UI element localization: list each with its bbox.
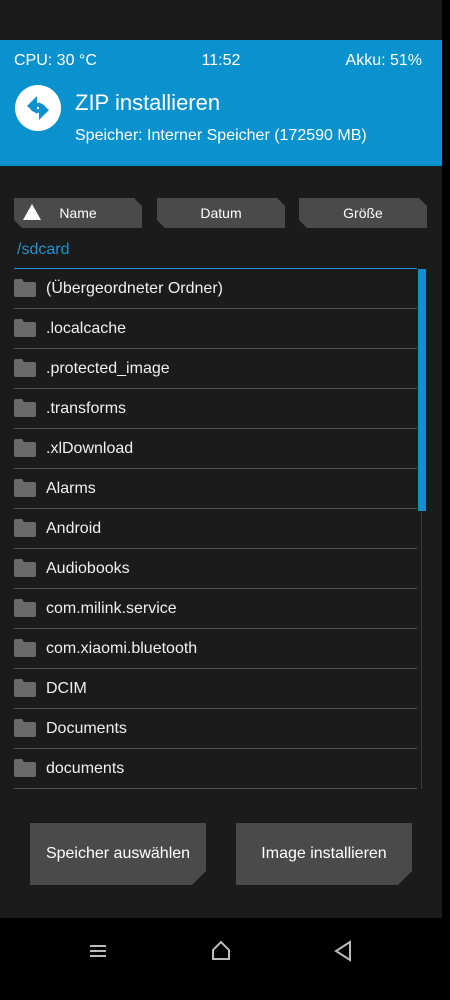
storage-info: Speicher: Interner Speicher (172590 MB): [75, 127, 367, 144]
list-item[interactable]: (Übergeordneter Ordner): [14, 269, 417, 309]
twrp-logo-icon: [15, 85, 61, 131]
folder-icon: [14, 439, 36, 457]
sort-name-label: Name: [59, 205, 97, 221]
file-name: .protected_image: [46, 360, 170, 377]
file-name: .transforms: [46, 400, 127, 417]
sort-ascending-icon: [22, 203, 42, 221]
folder-icon: [14, 479, 36, 497]
file-name: (Übergeordneter Ordner): [46, 280, 223, 297]
status-bar: CPU: 30 °C 11:52 Akku: 51%: [0, 40, 442, 80]
list-item[interactable]: Audiobooks: [14, 549, 417, 589]
list-item[interactable]: .xlDownload: [14, 429, 417, 469]
current-path: /sdcard: [17, 241, 70, 258]
list-item[interactable]: com.milink.service: [14, 589, 417, 629]
sort-by-date-button[interactable]: Datum: [157, 198, 285, 228]
page-title: ZIP installieren: [75, 90, 221, 115]
folder-icon: [14, 639, 36, 657]
list-item[interactable]: Android: [14, 509, 417, 549]
select-storage-button[interactable]: Speicher auswählen: [30, 823, 206, 885]
folder-icon: [14, 359, 36, 377]
file-name: Audiobooks: [46, 560, 130, 577]
file-name: Android: [46, 520, 102, 537]
file-list[interactable]: (Übergeordneter Ordner) .localcache .pro…: [14, 269, 417, 789]
page-header: ZIP installieren Speicher: Interner Spei…: [0, 80, 442, 166]
file-name: Documents: [46, 720, 127, 737]
folder-icon: [14, 559, 36, 577]
folder-icon: [14, 759, 36, 777]
sort-date-label: Datum: [200, 205, 242, 221]
list-item[interactable]: .transforms: [14, 389, 417, 429]
folder-icon: [14, 319, 36, 337]
file-name: com.xiaomi.bluetooth: [46, 640, 198, 657]
file-name: .xlDownload: [46, 440, 134, 457]
list-item[interactable]: Alarms: [14, 469, 417, 509]
folder-icon: [14, 599, 36, 617]
list-item[interactable]: com.xiaomi.bluetooth: [14, 629, 417, 669]
install-image-label: Image installieren: [261, 845, 387, 862]
list-item[interactable]: Documents: [14, 709, 417, 749]
file-name: com.milink.service: [46, 600, 177, 617]
list-item[interactable]: .protected_image: [14, 349, 417, 389]
sort-by-size-button[interactable]: Größe: [299, 198, 427, 228]
list-item[interactable]: documents: [14, 749, 417, 789]
file-name: documents: [46, 760, 125, 777]
menu-icon[interactable]: [83, 938, 113, 964]
scrollbar-thumb[interactable]: [418, 269, 426, 511]
file-name: DCIM: [46, 680, 87, 697]
file-name: .localcache: [46, 320, 127, 337]
install-image-button[interactable]: Image installieren: [236, 823, 412, 885]
file-name: Alarms: [46, 480, 96, 497]
folder-icon: [14, 399, 36, 417]
back-icon[interactable]: [328, 938, 358, 964]
sort-by-name-button[interactable]: Name: [14, 198, 142, 228]
sort-size-label: Größe: [343, 205, 383, 221]
navigation-bar: [0, 918, 450, 1000]
recovery-app: CPU: 30 °C 11:52 Akku: 51% ZIP installie…: [0, 0, 442, 918]
list-item[interactable]: DCIM: [14, 669, 417, 709]
home-icon[interactable]: [206, 938, 236, 964]
folder-icon: [14, 279, 36, 297]
select-storage-label: Speicher auswählen: [45, 845, 191, 862]
battery-level: Akku: 51%: [345, 52, 422, 69]
folder-icon: [14, 519, 36, 537]
list-item[interactable]: .localcache: [14, 309, 417, 349]
folder-icon: [14, 719, 36, 737]
folder-icon: [14, 679, 36, 697]
